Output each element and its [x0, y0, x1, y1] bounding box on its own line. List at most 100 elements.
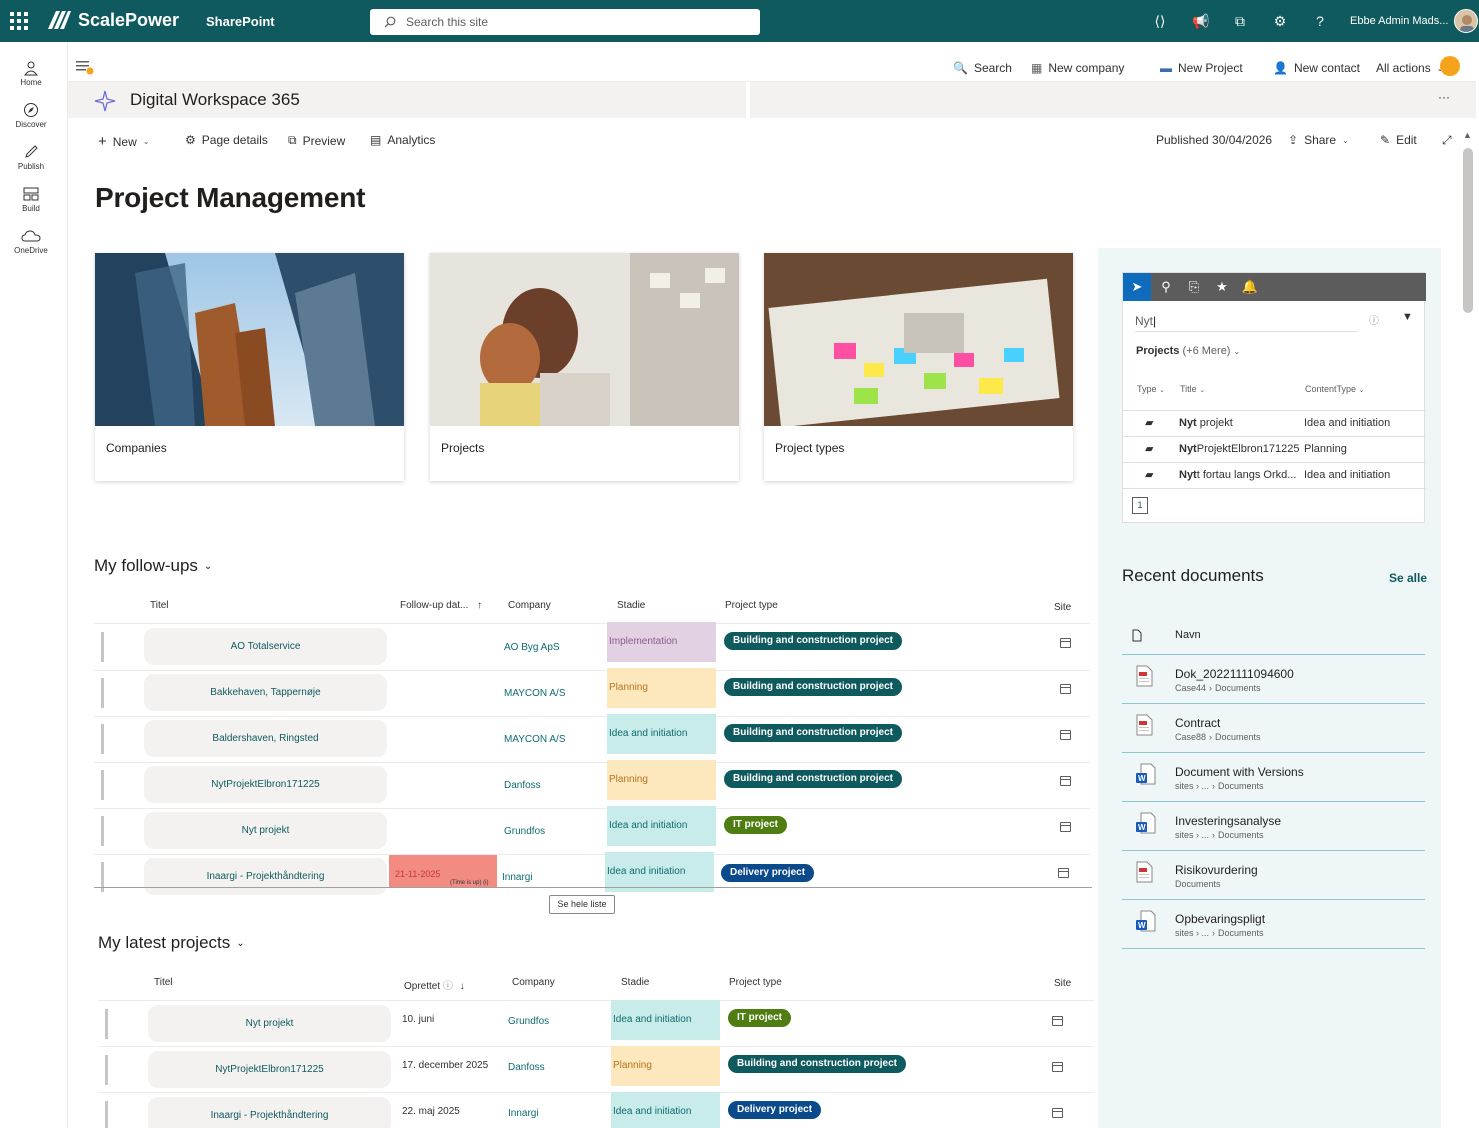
col-navn[interactable]: Navn [1175, 629, 1201, 641]
row-selector[interactable] [105, 1055, 108, 1085]
recent-document-row[interactable]: W Document with Versions sites › ... › Docum… [1122, 753, 1425, 802]
recent-document-row[interactable]: W Investeringsanalyse sites › ... › Document… [1122, 802, 1425, 851]
row-selector[interactable] [101, 678, 104, 708]
favorites-tab-icon[interactable]: ★ [1208, 273, 1236, 301]
rail-publish[interactable]: Publish [0, 144, 62, 171]
filter-icon[interactable]: ▼ [1402, 311, 1413, 323]
megaphone-icon[interactable]: 📢 [1192, 13, 1209, 29]
see-all-documents-link[interactable]: Se alle [1389, 571, 1427, 585]
row-selector[interactable] [101, 724, 104, 754]
recent-document-row[interactable]: Risikovurdering Documents [1122, 851, 1425, 900]
scope-selector[interactable]: Projects (+6 Mere) ⌄ [1136, 345, 1240, 357]
document-name[interactable]: Opbevaringspligt [1175, 912, 1265, 926]
col-site[interactable]: Site [1054, 978, 1071, 989]
site-icon[interactable] [1052, 1016, 1063, 1026]
project-title-link[interactable]: Baldershaven, Ringsted [144, 720, 387, 757]
connections-icon[interactable]: ⧉ [1232, 13, 1248, 29]
followups-heading[interactable]: My follow-ups ⌄ [94, 556, 212, 576]
search-query-input[interactable]: Nyt| [1135, 310, 1357, 332]
site-icon[interactable] [1060, 684, 1071, 694]
latest-projects-heading[interactable]: My latest projects ⌄ [98, 933, 245, 953]
col-contenttype[interactable]: ContentType ⌄ [1305, 384, 1364, 394]
scroll-up-icon[interactable]: ▲ [1463, 130, 1472, 140]
document-name[interactable]: Dok_20221111094600 [1175, 667, 1294, 681]
share-command[interactable]: ⇪ Share ⌄ [1288, 133, 1349, 147]
page-details-command[interactable]: ⚙ Page details [185, 133, 268, 147]
col-type[interactable]: Type ⌄ [1137, 384, 1165, 394]
company-link[interactable]: MAYCON A/S [504, 734, 566, 745]
search-result-row[interactable]: ▰ NytProjektElbron171225 Planning [1123, 436, 1426, 461]
col-followup-date[interactable]: Follow-up dat... ↑ [400, 600, 482, 611]
company-link[interactable]: Innargi [502, 872, 533, 883]
project-title-link[interactable]: Inaargi - Projekthåndtering [144, 858, 387, 895]
settings-gear-icon[interactable]: ⚙ [1272, 13, 1288, 29]
result-title[interactable]: Nyt projekt [1179, 417, 1299, 429]
company-link[interactable]: AO Byg ApS [504, 642, 560, 653]
see-all-followups-button[interactable]: Se hele liste [549, 895, 615, 914]
site-icon[interactable] [1058, 868, 1069, 878]
col-company[interactable]: Company [512, 977, 555, 988]
document-name[interactable]: Risikovurdering [1175, 863, 1258, 877]
page-number-button[interactable]: 1 [1132, 497, 1148, 514]
company-link[interactable]: MAYCON A/S [504, 688, 566, 699]
project-title-link[interactable]: NytProjektElbron171225 [148, 1051, 391, 1088]
col-titel[interactable]: Titel [150, 600, 169, 611]
preview-command[interactable]: ⧉ Preview [288, 133, 345, 148]
rail-build[interactable]: Build [0, 186, 62, 213]
col-project-type[interactable]: Project type [725, 600, 778, 611]
new-company-action[interactable]: ▦ New company [1031, 61, 1124, 75]
site-icon[interactable] [1060, 822, 1071, 832]
document-name[interactable]: Document with Versions [1175, 765, 1304, 779]
site-icon[interactable] [1060, 776, 1071, 786]
card-projects[interactable]: Projects [430, 253, 739, 481]
recent-document-row[interactable]: W Opbevaringspligt sites › ... › Documents [1122, 900, 1425, 949]
project-title-link[interactable]: Bakkehaven, Tappernøje [144, 674, 387, 711]
app-launcher-icon[interactable] [10, 12, 28, 30]
site-icon[interactable] [1060, 730, 1071, 740]
row-selector[interactable] [101, 632, 104, 662]
document-name[interactable]: Contract [1175, 716, 1220, 730]
row-selector[interactable] [105, 1009, 108, 1039]
col-site[interactable]: Site [1054, 602, 1071, 613]
hub-search-action[interactable]: 🔍 Search [953, 61, 1012, 75]
company-link[interactable]: Danfoss [504, 780, 541, 791]
site-title[interactable]: Digital Workspace 365 [130, 90, 300, 110]
analytics-command[interactable]: ▤ Analytics [370, 133, 435, 147]
project-title-link[interactable]: Inaargi - Projekthåndtering [148, 1097, 391, 1128]
code-icon[interactable]: ⟨⟩ [1152, 13, 1168, 29]
recent-document-row[interactable]: Contract Case88 › Documents [1122, 704, 1425, 753]
expand-icon[interactable]: ⤢ [1442, 133, 1452, 148]
col-title[interactable]: Title ⌄ [1180, 384, 1205, 394]
site-icon[interactable] [1052, 1062, 1063, 1072]
brand-logo[interactable]: ScalePower [46, 9, 179, 31]
result-title[interactable]: Nytt fortau langs Orkd... [1179, 469, 1299, 481]
company-link[interactable]: Grundfos [508, 1016, 549, 1027]
project-title-link[interactable]: AO Totalservice [144, 628, 387, 665]
new-command[interactable]: + New ⌄ [98, 133, 149, 150]
rail-home[interactable]: Home [0, 60, 62, 87]
project-title-link[interactable]: Nyt projekt [144, 812, 387, 849]
hub-menu-icon[interactable] [76, 59, 94, 78]
document-name[interactable]: Investeringsanalyse [1175, 814, 1281, 828]
notification-badge-icon[interactable] [1440, 56, 1460, 76]
edit-command[interactable]: ✎ Edit [1380, 133, 1417, 147]
project-title-link[interactable]: NytProjektElbron171225 [144, 766, 387, 803]
project-title-link[interactable]: Nyt projekt [148, 1005, 391, 1042]
search-result-row[interactable]: ▰ Nyt projekt Idea and initiation [1123, 410, 1426, 435]
col-titel[interactable]: Titel [154, 977, 173, 988]
search-result-row[interactable]: ▰ Nytt fortau langs Orkd... Idea and initi… [1123, 462, 1426, 487]
site-icon[interactable] [1052, 1108, 1063, 1118]
card-project-types[interactable]: Project types [764, 253, 1073, 481]
card-companies[interactable]: Companies [95, 253, 404, 481]
col-project-type[interactable]: Project type [729, 977, 782, 988]
info-icon[interactable]: ⓘ [1369, 312, 1379, 327]
col-oprettet[interactable]: Oprettet ⓘ ↓ [404, 977, 465, 992]
new-project-action[interactable]: ▬ New Project [1160, 61, 1243, 75]
rail-onedrive[interactable]: OneDrive [0, 228, 62, 255]
page-scrollbar[interactable] [1463, 148, 1473, 313]
help-icon[interactable]: ? [1312, 13, 1328, 29]
user-name[interactable]: Ebbe Admin Mads... [1350, 15, 1448, 27]
company-link[interactable]: Grundfos [504, 826, 545, 837]
company-link[interactable]: Danfoss [508, 1062, 545, 1073]
row-selector[interactable] [101, 770, 104, 800]
